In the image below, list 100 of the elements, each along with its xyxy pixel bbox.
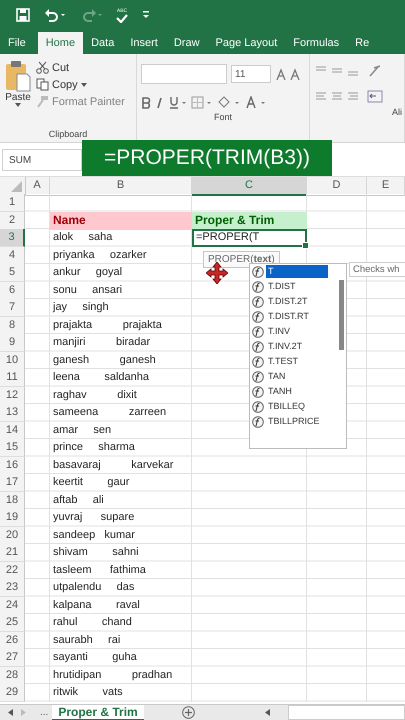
row-header[interactable]: 12 <box>0 386 25 404</box>
table-cell-text: basavaraj karvekar <box>52 458 174 472</box>
ribbon-tab[interactable]: Insert <box>122 32 166 54</box>
row-header[interactable]: 9 <box>0 334 25 352</box>
ribbon-tab[interactable]: File <box>0 32 34 54</box>
caret-icon <box>15 103 21 107</box>
row-header[interactable]: 16 <box>0 456 25 474</box>
function-item[interactable]: TBILLPRICE <box>250 414 334 429</box>
table-cell-text: sonu ansari <box>52 282 124 298</box>
ribbon-tab[interactable]: Re <box>347 32 378 54</box>
copy-button[interactable]: Copy <box>36 78 125 91</box>
column-header[interactable]: C <box>192 177 307 196</box>
ribbon-tab[interactable]: Draw <box>166 32 208 54</box>
function-item[interactable]: TANH <box>250 384 334 399</box>
row-header[interactable]: 28 <box>0 666 25 684</box>
cut-button[interactable]: Cut <box>36 61 125 74</box>
fill-color-icon[interactable] <box>217 96 241 109</box>
row-header[interactable]: 19 <box>0 509 25 527</box>
row-header[interactable]: 17 <box>0 474 25 492</box>
function-icon <box>252 266 264 278</box>
row-header[interactable]: 29 <box>0 684 25 702</box>
table-cell-text: sameena zarreen <box>52 405 168 420</box>
column-header[interactable]: E <box>367 177 405 196</box>
table-cell-text: kalpana raval <box>52 598 141 612</box>
underline-icon[interactable] <box>169 96 187 109</box>
sheet-tab[interactable]: Proper & Trim <box>52 704 144 720</box>
function-item[interactable]: T.DIST.2T <box>250 294 334 309</box>
table-cell-text: sayanti guha <box>52 650 138 665</box>
row-header[interactable]: 22 <box>0 562 25 580</box>
column-header[interactable]: D <box>307 177 367 196</box>
fill-handle[interactable] <box>302 242 309 249</box>
move-cursor-icon <box>206 262 228 284</box>
row-header[interactable]: 3 <box>0 229 25 247</box>
row-header[interactable]: 6 <box>0 282 25 300</box>
table-cell-text: tasleem fathima <box>52 562 147 578</box>
row-header[interactable]: 18 <box>0 492 25 510</box>
dropdown-icon[interactable] <box>142 10 150 20</box>
function-item[interactable]: TBILLEQ <box>250 399 334 414</box>
save-icon[interactable] <box>16 8 30 22</box>
row-header[interactable]: 27 <box>0 649 25 667</box>
ribbon-tab[interactable]: Page Layout <box>208 32 286 54</box>
function-item[interactable]: T.INV <box>250 324 334 339</box>
row-header[interactable]: 2 <box>0 212 25 230</box>
table-cell-text: yuvraj supare <box>52 510 136 525</box>
grow-font-icon[interactable] <box>275 67 301 81</box>
row-header[interactable]: 24 <box>0 596 25 614</box>
row-header[interactable]: 1 <box>0 194 25 212</box>
horizontal-scrollbar[interactable] <box>288 705 405 720</box>
row-header[interactable]: 26 <box>0 632 25 650</box>
row-header[interactable]: 23 <box>0 579 25 597</box>
row-header[interactable]: 20 <box>0 526 25 544</box>
clipboard-icon <box>5 60 31 92</box>
scroll-left-icon[interactable] <box>264 709 270 716</box>
row-header[interactable]: 7 <box>0 299 25 317</box>
ribbon-tab[interactable]: Formulas <box>285 32 348 54</box>
row-header[interactable]: 4 <box>0 246 25 264</box>
table-cell-text: utpalendu das <box>52 580 136 595</box>
more-sheets-button[interactable]: ... <box>36 707 52 718</box>
row-header[interactable]: 5 <box>0 264 25 282</box>
row-header[interactable]: 15 <box>0 439 25 457</box>
undo-icon[interactable] <box>44 8 66 22</box>
italic-icon[interactable] <box>155 96 165 108</box>
row-header[interactable]: 14 <box>0 422 25 440</box>
font-color-icon[interactable] <box>245 96 267 109</box>
header-cell: Name <box>50 212 192 230</box>
function-item[interactable]: T.TEST <box>250 354 334 369</box>
function-item[interactable]: T.DIST.RT <box>250 309 334 324</box>
row-header[interactable]: 10 <box>0 352 25 370</box>
group-label: Ali <box>390 106 403 119</box>
function-icon <box>252 296 264 308</box>
caret-icon <box>80 82 87 86</box>
cell-input[interactable]: =PROPER(T <box>192 229 307 247</box>
row-header[interactable]: 25 <box>0 614 25 632</box>
font-size-field[interactable]: 11 <box>231 65 271 83</box>
scroll-left-icon[interactable] <box>8 709 13 716</box>
function-item[interactable]: TAN <box>250 369 334 384</box>
function-item[interactable]: T.INV.2T <box>250 339 334 354</box>
bold-icon[interactable] <box>141 96 151 108</box>
row-header[interactable]: 21 <box>0 544 25 562</box>
scrollbar-thumb[interactable] <box>339 280 344 350</box>
name-box[interactable]: SUM <box>2 148 82 170</box>
table-cell-text: priyanka ozarker <box>52 248 148 262</box>
table-cell-text: alok saha <box>52 230 114 245</box>
function-item[interactable]: T.DIST <box>250 279 334 294</box>
add-sheet-icon[interactable] <box>182 706 195 719</box>
table-cell-text: raghav dixit <box>52 388 138 402</box>
row-header[interactable]: 13 <box>0 404 25 422</box>
paste-button[interactable]: Paste <box>0 54 36 126</box>
brush-icon <box>36 95 49 108</box>
table-cell-text: jay singh <box>52 300 110 315</box>
borders-icon[interactable] <box>191 96 213 109</box>
column-header[interactable]: A <box>25 177 50 196</box>
row-header[interactable]: 8 <box>0 316 25 334</box>
ribbon-tab[interactable]: Data <box>83 32 122 54</box>
group-label: Clipboard <box>48 128 88 141</box>
check-icon <box>116 14 128 22</box>
ribbon-tab[interactable]: Home <box>38 32 84 54</box>
row-header[interactable]: 11 <box>0 369 25 387</box>
function-icon <box>252 326 264 338</box>
font-name-field[interactable] <box>141 64 227 84</box>
